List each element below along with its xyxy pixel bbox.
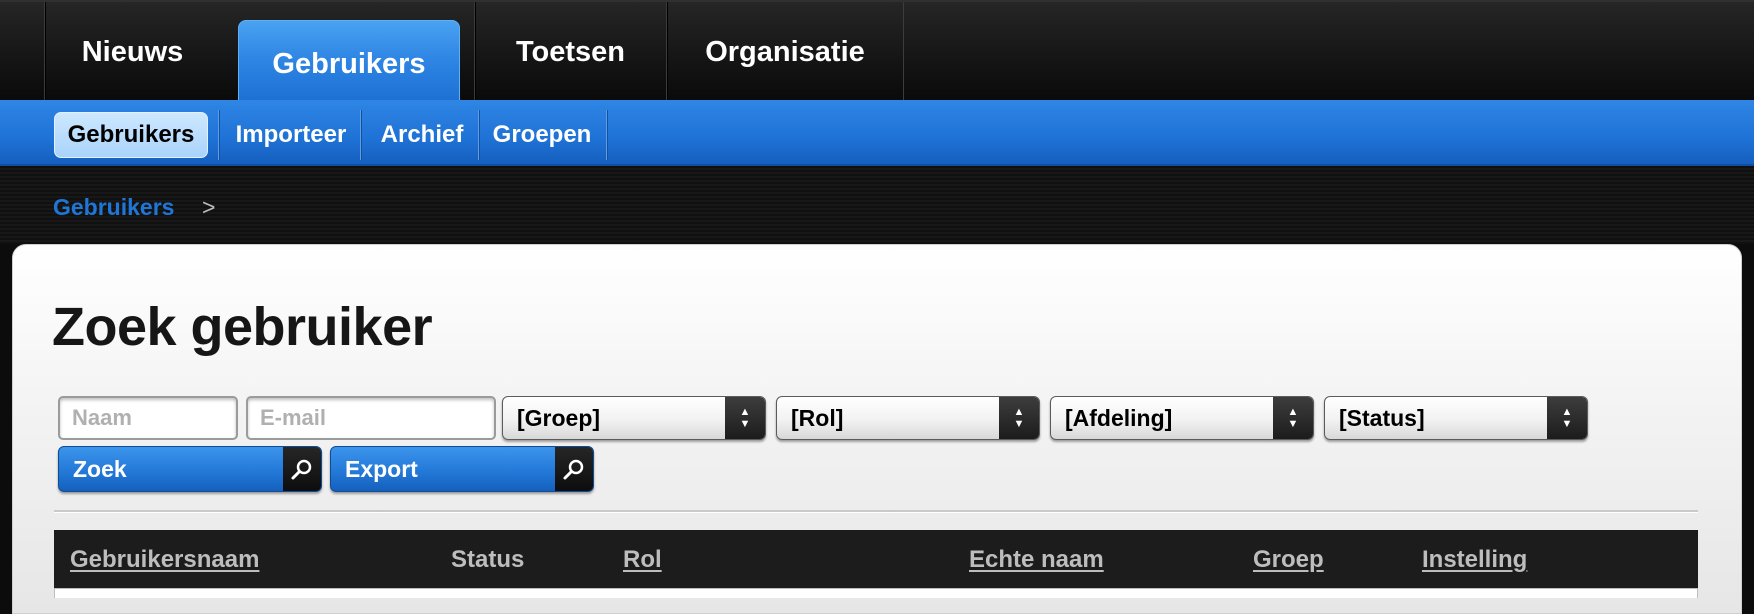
select-arrows-icon: ▲ ▼ bbox=[725, 397, 765, 439]
subnav-tab-archief[interactable]: Archief bbox=[366, 112, 478, 158]
column-header-real-name[interactable]: Echte naam bbox=[969, 546, 1104, 574]
results-table-header: Gebruikersnaam Status Rol Echte naam Gro… bbox=[54, 530, 1698, 590]
subnav-tab-label: Groepen bbox=[492, 121, 592, 148]
email-search-input[interactable] bbox=[246, 396, 496, 440]
search-button[interactable]: Zoek bbox=[58, 446, 322, 492]
sub-navigation: Gebruikers Importeer Archief Groepen bbox=[0, 100, 1754, 166]
breadcrumb-bar bbox=[0, 166, 1754, 244]
role-select[interactable]: [Rol] ▲ ▼ bbox=[776, 396, 1040, 440]
name-search-input[interactable] bbox=[58, 396, 238, 440]
nav-tab-label: Organisatie bbox=[705, 35, 865, 68]
section-divider bbox=[54, 510, 1698, 512]
subnav-tab-label: Archief bbox=[380, 121, 464, 148]
column-header-role[interactable]: Rol bbox=[623, 546, 662, 574]
export-button[interactable]: Export bbox=[330, 446, 594, 492]
group-select[interactable]: [Groep] ▲ ▼ bbox=[502, 396, 766, 440]
nav-tab-toetsen[interactable]: Toetsen bbox=[474, 2, 666, 102]
magnifier-icon bbox=[555, 447, 593, 491]
nav-tab-label: Toetsen bbox=[515, 35, 626, 68]
subnav-tab-importeer[interactable]: Importeer bbox=[224, 112, 358, 158]
select-arrows-icon: ▲ ▼ bbox=[999, 397, 1039, 439]
subnav-divider bbox=[218, 110, 219, 160]
main-navigation: Nieuws Gebruikers Toetsen Organisatie bbox=[0, 0, 1754, 104]
subnav-tab-gebruikers[interactable]: Gebruikers bbox=[54, 112, 208, 158]
breadcrumb-separator: > bbox=[202, 194, 216, 220]
nav-tab-label: Nieuws bbox=[81, 35, 184, 68]
search-button-label: Zoek bbox=[73, 456, 127, 482]
department-select[interactable]: [Afdeling] ▲ ▼ bbox=[1050, 396, 1314, 440]
department-select-value: [Afdeling] bbox=[1065, 405, 1173, 431]
page-title: Zoek gebruiker bbox=[52, 297, 433, 357]
status-select-value: [Status] bbox=[1339, 405, 1425, 431]
subnav-tab-groepen[interactable]: Groepen bbox=[482, 112, 602, 158]
nav-tab-label: Gebruikers bbox=[272, 48, 426, 80]
breadcrumb-link-gebruikers[interactable]: Gebruikers bbox=[53, 194, 174, 221]
status-select[interactable]: [Status] ▲ ▼ bbox=[1324, 396, 1588, 440]
magnifier-icon bbox=[283, 447, 321, 491]
nav-tab-gebruikers[interactable]: Gebruikers bbox=[238, 20, 460, 104]
column-header-institution[interactable]: Instelling bbox=[1422, 546, 1527, 574]
select-arrows-icon: ▲ ▼ bbox=[1273, 397, 1313, 439]
column-header-status: Status bbox=[451, 546, 525, 573]
select-arrows-icon: ▲ ▼ bbox=[1547, 397, 1587, 439]
subnav-divider bbox=[606, 110, 607, 160]
column-header-group[interactable]: Groep bbox=[1253, 546, 1324, 574]
group-select-value: [Groep] bbox=[517, 405, 601, 431]
subnav-tab-label: Importeer bbox=[235, 121, 347, 148]
export-button-label: Export bbox=[345, 456, 418, 482]
subnav-tab-label: Gebruikers bbox=[67, 121, 195, 148]
table-row bbox=[54, 588, 1698, 598]
nav-tab-organisatie[interactable]: Organisatie bbox=[666, 2, 904, 102]
nav-tab-nieuws[interactable]: Nieuws bbox=[44, 2, 220, 102]
column-header-username[interactable]: Gebruikersnaam bbox=[70, 546, 259, 574]
subnav-divider bbox=[360, 110, 361, 160]
subnav-divider bbox=[478, 110, 479, 160]
role-select-value: [Rol] bbox=[791, 405, 844, 431]
